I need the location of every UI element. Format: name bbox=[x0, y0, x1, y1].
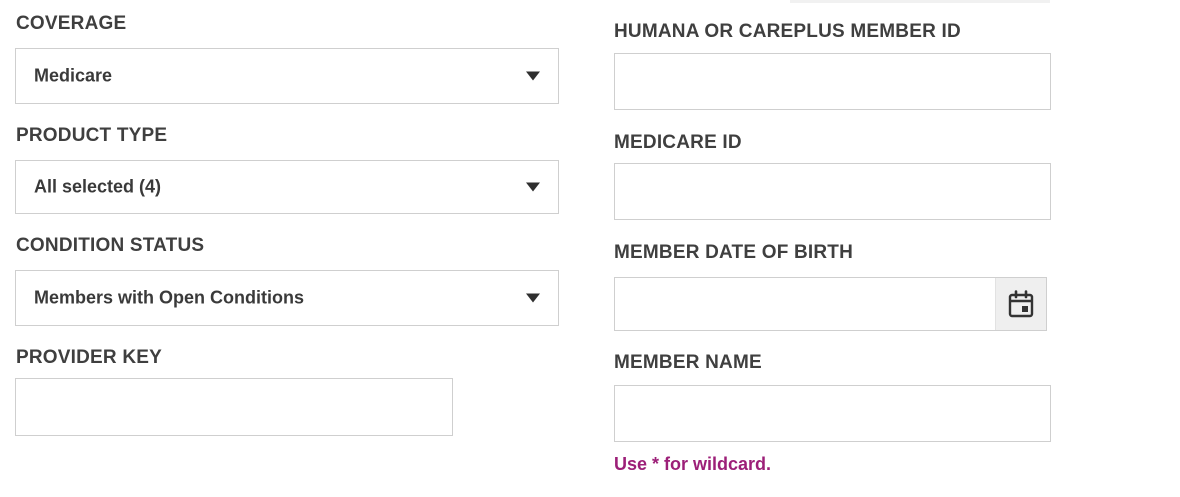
provider-key-label: PROVIDER KEY bbox=[16, 347, 162, 368]
coverage-label: COVERAGE bbox=[16, 13, 127, 34]
coverage-selected-value: Medicare bbox=[34, 65, 113, 86]
medicare-id-label: MEDICARE ID bbox=[614, 132, 742, 153]
condition-status-select[interactable]: Members with Open Conditions bbox=[15, 270, 559, 326]
condition-status-selected-value: Members with Open Conditions bbox=[34, 287, 305, 308]
member-name-label: MEMBER NAME bbox=[614, 352, 762, 373]
coverage-select[interactable]: Medicare bbox=[15, 48, 559, 104]
date-of-birth-field bbox=[614, 277, 1047, 331]
member-id-input[interactable] bbox=[614, 53, 1051, 110]
chevron-down-icon bbox=[526, 71, 540, 81]
product-type-label: PRODUCT TYPE bbox=[16, 125, 168, 146]
top-divider bbox=[790, 0, 1050, 3]
calendar-icon bbox=[1008, 290, 1034, 318]
medicare-id-input[interactable] bbox=[614, 163, 1051, 220]
date-of-birth-input[interactable] bbox=[615, 278, 994, 330]
wildcard-hint: Use * for wildcard. bbox=[614, 454, 772, 474]
calendar-button[interactable] bbox=[995, 278, 1046, 330]
chevron-down-icon bbox=[526, 182, 540, 192]
member-id-label: HUMANA OR CAREPLUS MEMBER ID bbox=[614, 21, 961, 42]
product-type-select[interactable]: All selected (4) bbox=[15, 160, 559, 214]
condition-status-label: CONDITION STATUS bbox=[16, 235, 205, 256]
date-of-birth-label: MEMBER DATE OF BIRTH bbox=[614, 242, 854, 263]
chevron-down-icon bbox=[526, 293, 540, 303]
product-type-selected-value: All selected (4) bbox=[34, 176, 162, 197]
provider-key-input[interactable] bbox=[15, 378, 453, 436]
member-name-input[interactable] bbox=[614, 385, 1051, 442]
